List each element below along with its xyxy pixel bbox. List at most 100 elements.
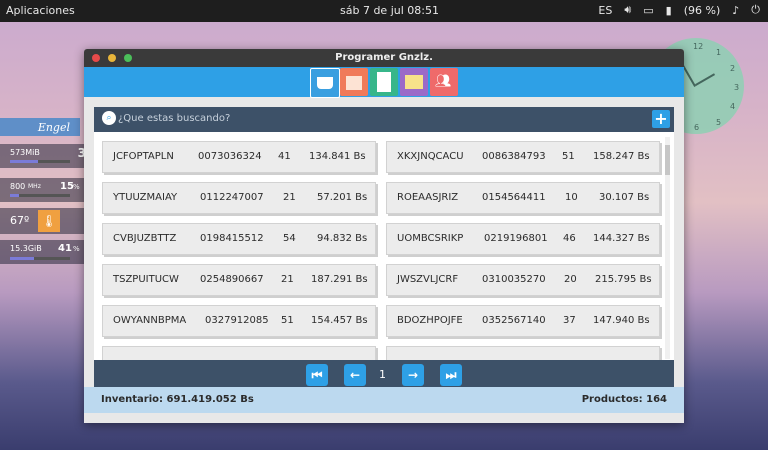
- maximize-button[interactable]: [124, 54, 132, 62]
- notebook-tab-button[interactable]: [370, 68, 398, 96]
- product-qty: 21: [283, 192, 296, 203]
- inventory-total: Inventario: 691.419.052 Bs: [101, 394, 254, 405]
- brand-widget: Engel: [0, 118, 80, 136]
- product-code: 0219196801: [484, 233, 548, 244]
- product-price: 30.107 Bs: [599, 192, 650, 203]
- battery-icon[interactable]: ▮: [666, 4, 672, 17]
- product-code: 0254890667: [200, 274, 264, 285]
- notification-icon[interactable]: ♪: [732, 4, 739, 17]
- product-name: BDOZHPOJFE: [397, 315, 463, 326]
- status-footer: Inventario: 691.419.052 Bs Productos: 16…: [84, 387, 684, 413]
- products-count: Productos: 164: [581, 394, 667, 405]
- previous-page-button[interactable]: ←: [344, 364, 366, 386]
- product-card[interactable]: BDOZHPOJFE 0352567140 37 147.940 Bs: [386, 305, 660, 337]
- product-qty: 41: [278, 151, 291, 162]
- app-window: Programer Gnzlz. 👥︎ ⌕ ¿Que estas buscand…: [84, 49, 684, 423]
- next-page-button[interactable]: →: [402, 364, 424, 386]
- product-price: 147.940 Bs: [593, 315, 650, 326]
- product-card[interactable]: UOMBCSRIKP 0219196801 46 144.327 Bs: [386, 223, 660, 255]
- product-qty: 54: [283, 233, 296, 244]
- product-qty: 37: [563, 315, 576, 326]
- inventory-panel: ⌕ ¿Que estas buscando? + JCFOPTAPLN 0073…: [94, 107, 674, 407]
- shopping-bag-icon: [346, 76, 362, 90]
- product-name: UOMBCSRIKP: [397, 233, 464, 244]
- product-price: 134.841 Bs: [309, 151, 366, 162]
- memory-widget: 573MiB 3: [0, 144, 88, 168]
- product-card[interactable]: TSZPUITUCW 0254890667 21 187.291 Bs: [102, 264, 376, 296]
- product-name: OWYANNBPMA: [113, 315, 187, 326]
- search-icon[interactable]: ⌕: [102, 111, 116, 125]
- product-card[interactable]: XKXJNQCACU 0086384793 51 158.247 Bs: [386, 141, 660, 173]
- scrollbar[interactable]: [665, 137, 670, 359]
- last-page-button[interactable]: ⏭: [440, 364, 462, 386]
- product-price: 144.327 Bs: [593, 233, 650, 244]
- product-card[interactable]: CVBJUZBTTZ 0198415512 54 94.832 Bs: [102, 223, 376, 255]
- temperature-widget: 67º 🌡︎: [0, 208, 88, 234]
- product-code: 0327912085: [205, 315, 269, 326]
- temperature-value: 67º: [10, 214, 30, 227]
- product-name: JCFOPTAPLN: [113, 151, 174, 162]
- product-code: 0310035270: [482, 274, 546, 285]
- thermometer-icon: 🌡︎: [38, 210, 60, 232]
- window-title: Programer Gnzlz.: [335, 52, 433, 63]
- cpu-percent: 15: [60, 181, 74, 192]
- product-card[interactable]: [102, 346, 376, 360]
- cpu-widget: 800 MHz 15 %: [0, 178, 88, 202]
- close-button[interactable]: [92, 54, 100, 62]
- reports-tab-button[interactable]: [400, 68, 428, 96]
- notebook-icon: [377, 72, 391, 92]
- minimize-button[interactable]: [108, 54, 116, 62]
- add-product-button[interactable]: +: [652, 110, 670, 128]
- memory-value: 573MiB: [10, 148, 40, 157]
- scrollbar-thumb[interactable]: [665, 145, 670, 175]
- product-price: 154.457 Bs: [311, 315, 368, 326]
- cpu-freq-unit: MHz: [28, 183, 41, 190]
- volume-icon[interactable]: 🔊︎: [624, 3, 631, 17]
- store-tab-button[interactable]: [340, 68, 368, 96]
- window-titlebar: Programer Gnzlz.: [84, 49, 684, 67]
- users-icon: 👥︎: [435, 74, 452, 89]
- users-tab-button[interactable]: 👥︎: [430, 68, 458, 96]
- product-qty: 10: [565, 192, 578, 203]
- product-price: 215.795 Bs: [595, 274, 652, 285]
- products-tab-button[interactable]: [310, 68, 340, 98]
- clock-number: 6: [694, 123, 700, 132]
- brand-label: Engel: [37, 121, 70, 134]
- screen-icon[interactable]: ▭: [643, 4, 653, 17]
- disk-percent: 41: [58, 243, 72, 254]
- product-price: 94.832 Bs: [317, 233, 368, 244]
- product-name: XKXJNQCACU: [397, 151, 464, 162]
- page-number: 1: [379, 368, 386, 381]
- language-indicator[interactable]: ES: [598, 4, 612, 17]
- main-toolbar: 👥︎: [84, 67, 684, 98]
- product-name: JWSZVLJCRF: [397, 274, 459, 285]
- clock-number: 3: [734, 83, 740, 92]
- product-card[interactable]: JCFOPTAPLN 0073036324 41 134.841 Bs: [102, 141, 376, 173]
- product-code: 0073036324: [198, 151, 262, 162]
- product-card[interactable]: JWSZVLJCRF 0310035270 20 215.795 Bs: [386, 264, 660, 296]
- product-name: CVBJUZBTTZ: [113, 233, 177, 244]
- product-qty: 20: [564, 274, 577, 285]
- product-code: 0352567140: [482, 315, 546, 326]
- product-code: 0086384793: [482, 151, 546, 162]
- product-code: 0198415512: [200, 233, 264, 244]
- power-icon[interactable]: ⏻: [751, 3, 760, 17]
- product-card[interactable]: OWYANNBPMA 0327912085 51 154.457 Bs: [102, 305, 376, 337]
- disk-widget: 15.3GiB 41 %: [0, 240, 88, 264]
- applications-menu[interactable]: Aplicaciones: [6, 4, 75, 17]
- product-card[interactable]: YTUUZMAIAY 0112247007 21 57.201 Bs: [102, 182, 376, 214]
- system-tray: ES 🔊︎ ▭ ▮ (96 %) ♪ ⏻: [598, 3, 760, 17]
- battery-percent: (96 %): [683, 3, 721, 17]
- search-input[interactable]: ¿Que estas buscando?: [118, 113, 230, 124]
- product-qty: 51: [562, 151, 575, 162]
- first-page-button[interactable]: ⏮: [306, 364, 328, 386]
- product-qty: 51: [281, 315, 294, 326]
- clock-number: 2: [730, 64, 736, 73]
- clock[interactable]: sáb 7 de jul 08:51: [340, 4, 439, 17]
- disk-value: 15.3GiB: [10, 244, 42, 253]
- product-card[interactable]: [386, 346, 660, 360]
- disk-bar: [10, 257, 34, 260]
- product-card[interactable]: ROEAASJRIZ 0154564411 10 30.107 Bs: [386, 182, 660, 214]
- clock-number: 1: [716, 48, 722, 57]
- product-name: TSZPUITUCW: [113, 274, 179, 285]
